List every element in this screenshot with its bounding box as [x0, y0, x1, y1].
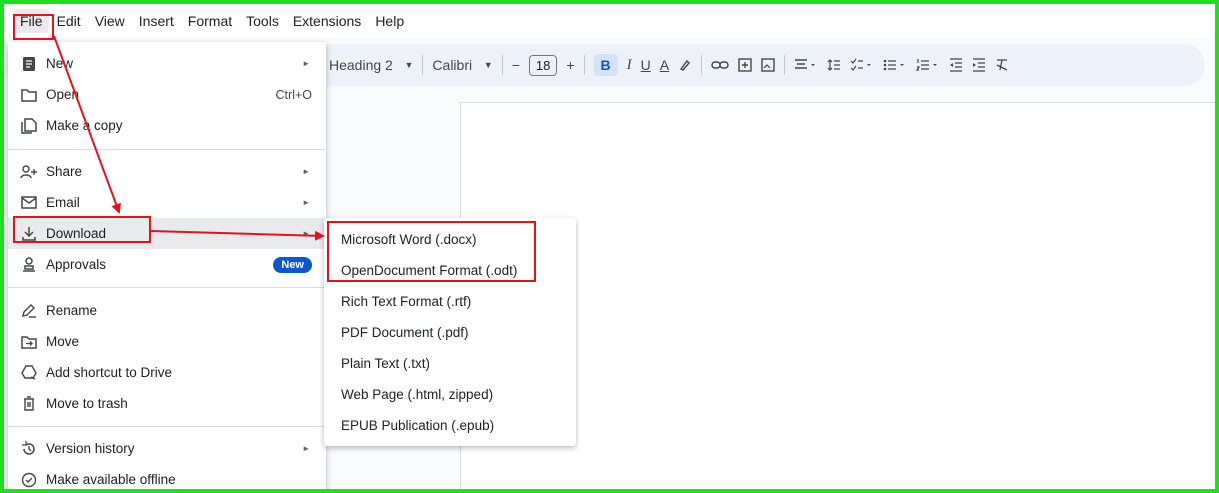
submenu-arrow-icon: ►: [302, 59, 310, 68]
style-select[interactable]: Heading 2 ▼: [329, 57, 413, 73]
link-icon[interactable]: [711, 59, 729, 71]
menu-item-rename[interactable]: Rename: [8, 295, 326, 326]
download-option-html[interactable]: Web Page (.html, zipped): [324, 379, 576, 410]
menu-item-make-a-copy[interactable]: Make a copy: [8, 110, 326, 141]
menu-item-label: Make a copy: [46, 118, 123, 133]
font-size-increase-button[interactable]: +: [566, 57, 574, 73]
font-size-decrease-button[interactable]: −: [512, 57, 520, 73]
download-option-rtf[interactable]: Rich Text Format (.rtf): [324, 286, 576, 317]
menu-item-label: Open: [46, 87, 80, 102]
chevron-down-icon: ▼: [483, 60, 493, 70]
menu-view[interactable]: View: [89, 9, 131, 33]
menu-format[interactable]: Format: [182, 9, 238, 33]
increase-indent-icon[interactable]: [972, 58, 986, 72]
offline-icon: [20, 471, 38, 489]
menu-item-label: Add shortcut to Drive: [46, 365, 173, 380]
comment-add-icon[interactable]: [738, 58, 752, 72]
bold-button[interactable]: B: [593, 54, 618, 76]
trash-icon: [20, 395, 38, 413]
download-option-txt[interactable]: Plain Text (.txt): [324, 348, 576, 379]
approvals-icon: [20, 256, 38, 274]
menu-item-label: Version history: [46, 441, 135, 456]
folder-icon: [20, 86, 38, 104]
menu-item-label: Move to trash: [46, 396, 128, 411]
menu-item-label: Make available offline: [46, 472, 176, 487]
document-icon: [20, 55, 38, 73]
mail-icon: [20, 194, 38, 212]
font-select[interactable]: Calibri ▼: [432, 57, 492, 73]
align-icon[interactable]: [794, 58, 818, 72]
clear-formatting-icon[interactable]: [995, 58, 1009, 72]
download-option-pdf[interactable]: PDF Document (.pdf): [324, 317, 576, 348]
menu-help[interactable]: Help: [369, 9, 410, 33]
menu-item-move-to-trash[interactable]: Move to trash: [8, 388, 326, 419]
numbered-list-icon[interactable]: [916, 58, 940, 72]
menu-divider: [8, 426, 326, 427]
menu-item-new[interactable]: New ►: [8, 48, 326, 79]
menu-item-share[interactable]: Share ►: [8, 156, 326, 187]
menu-divider: [8, 287, 326, 288]
person-add-icon: [20, 163, 38, 181]
checklist-icon[interactable]: [850, 58, 874, 72]
style-select-label: Heading 2: [329, 57, 393, 73]
menu-item-label: Approvals: [46, 257, 107, 272]
chevron-down-icon: ▼: [404, 60, 414, 70]
toolbar-divider: [501, 55, 503, 75]
underline-button[interactable]: U: [641, 57, 651, 73]
menu-item-move[interactable]: Move: [8, 326, 326, 357]
menu-item-label: Share: [46, 164, 83, 179]
history-icon: [20, 440, 38, 458]
text-color-button[interactable]: A: [660, 57, 669, 73]
menu-item-label: Move: [46, 334, 80, 349]
toolbar-divider: [422, 55, 424, 75]
menu-item-open[interactable]: Open Ctrl+O: [8, 79, 326, 110]
menu-item-approvals[interactable]: Approvals New: [8, 249, 326, 280]
insert-image-icon[interactable]: [761, 58, 775, 72]
annotation-highlight-formats: [327, 221, 536, 282]
menu-divider: [8, 149, 326, 150]
menu-insert[interactable]: Insert: [133, 9, 180, 33]
download-option-epub[interactable]: EPUB Publication (.epub): [324, 410, 576, 441]
submenu-arrow-icon: ►: [302, 198, 310, 207]
submenu-arrow-icon: ►: [302, 229, 310, 238]
bulleted-list-icon[interactable]: [883, 58, 907, 72]
drive-shortcut-icon: [20, 364, 38, 382]
highlight-icon[interactable]: [678, 58, 692, 72]
new-badge: New: [273, 256, 312, 273]
line-spacing-icon[interactable]: [827, 58, 841, 72]
menu-item-version-history[interactable]: Version history ►: [8, 433, 326, 464]
pencil-icon: [20, 302, 38, 320]
menu-item-add-shortcut-to-drive[interactable]: Add shortcut to Drive: [8, 357, 326, 388]
move-folder-icon: [20, 333, 38, 351]
menu-bar: File Edit View Insert Format Tools Exten…: [4, 4, 1215, 38]
decrease-indent-icon[interactable]: [949, 58, 963, 72]
shortcut-label: Ctrl+O: [275, 87, 312, 102]
submenu-arrow-icon: ►: [302, 167, 310, 176]
screenshot-frame: File Edit View Insert Format Tools Exten…: [0, 0, 1219, 493]
menu-item-label: Rename: [46, 303, 98, 318]
submenu-arrow-icon: ►: [302, 444, 310, 453]
toolbar-divider: [784, 55, 786, 75]
annotation-highlight-download: [13, 216, 151, 243]
file-menu: New ► Open Ctrl+O Make a copy Share ► Em…: [8, 42, 326, 489]
font-select-label: Calibri: [432, 57, 473, 73]
copy-icon: [20, 117, 38, 135]
menu-item-make-available-offline[interactable]: Make available offline: [8, 464, 326, 489]
toolbar-divider: [583, 55, 585, 75]
toolbar-divider: [701, 55, 703, 75]
menu-extensions[interactable]: Extensions: [287, 9, 367, 33]
font-size-input[interactable]: 18: [528, 54, 558, 76]
menu-item-email[interactable]: Email ►: [8, 187, 326, 218]
annotation-highlight-file: [13, 14, 54, 40]
menu-item-label: Email: [46, 195, 80, 210]
menu-tools[interactable]: Tools: [240, 9, 285, 33]
menu-item-label: New: [46, 56, 74, 71]
italic-button[interactable]: I: [627, 57, 632, 74]
menu-edit[interactable]: Edit: [51, 9, 87, 33]
